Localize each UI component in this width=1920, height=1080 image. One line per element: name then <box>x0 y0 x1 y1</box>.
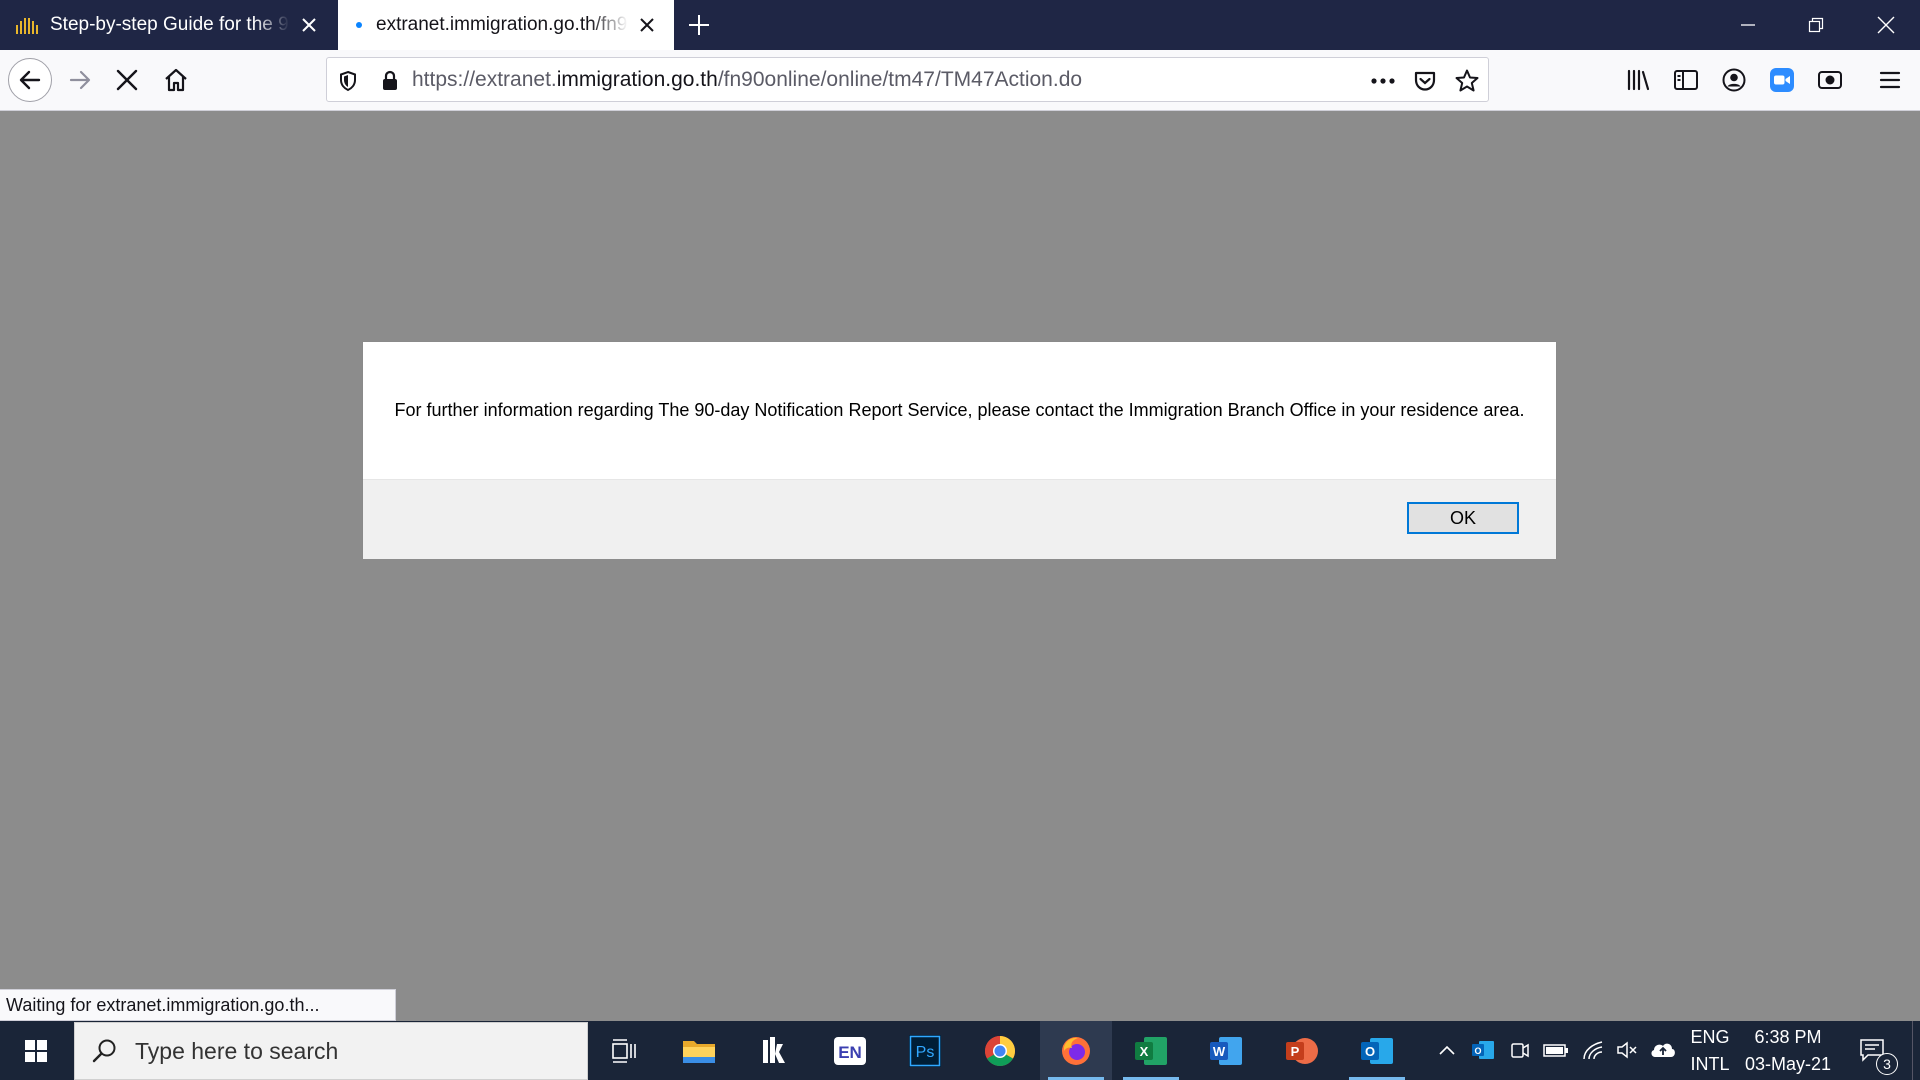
photoshop-app[interactable]: Ps <box>889 1021 961 1080</box>
nav-toolbar: https://extranet.immigration.go.th/fn90o… <box>0 50 1920 111</box>
word-icon: W <box>1210 1036 1242 1065</box>
wifi-icon[interactable] <box>1578 1035 1608 1065</box>
tracking-shield-icon[interactable] <box>333 66 363 96</box>
svg-text:P: P <box>1291 1044 1300 1059</box>
restore-icon[interactable] <box>1788 0 1844 50</box>
forward-button[interactable] <box>58 58 102 102</box>
firefox-app[interactable] <box>1040 1021 1112 1080</box>
language-indicator-line1[interactable]: ENG <box>1688 1027 1732 1048</box>
svg-text:W: W <box>1213 1044 1226 1059</box>
minimize-icon[interactable] <box>1720 0 1776 50</box>
loading-dot-icon <box>356 22 362 28</box>
tab-strip: Step-by-step Guide for the 90-day extran… <box>0 0 1920 50</box>
en-app[interactable]: EN <box>814 1021 886 1080</box>
windows-logo-icon <box>25 1039 47 1062</box>
outlook-tray-icon[interactable]: O <box>1468 1035 1498 1065</box>
url-host: immigration.go.th <box>556 68 718 91</box>
onedrive-upload-icon[interactable] <box>1648 1035 1678 1065</box>
taskbar-search-input[interactable]: Type here to search <box>74 1022 588 1080</box>
tab-title: Step-by-step Guide for the 90-day <box>50 14 290 35</box>
ok-button[interactable]: OK <box>1407 502 1519 534</box>
outlook-app[interactable]: O <box>1341 1021 1413 1080</box>
folder-icon <box>683 1040 715 1063</box>
firefox-icon <box>1062 1036 1090 1065</box>
sidebar-icon[interactable] <box>1664 58 1708 102</box>
svg-text:O: O <box>1365 1044 1375 1059</box>
svg-text:X: X <box>1140 1044 1149 1059</box>
url-subdomain: extranet. <box>475 68 557 91</box>
new-tab-icon[interactable] <box>684 10 714 40</box>
task-view-icon <box>612 1038 636 1063</box>
dialog-body: For further information regarding The 90… <box>363 342 1556 479</box>
url-text: https://extranet.immigration.go.th/fn90o… <box>412 68 1082 92</box>
hamburger-menu-icon[interactable] <box>1868 58 1912 102</box>
chrome-icon <box>984 1035 1016 1066</box>
en-language-icon: EN <box>834 1036 866 1065</box>
svg-text:EN: EN <box>838 1043 862 1062</box>
page-actions-icon[interactable] <box>1368 66 1398 96</box>
address-bar[interactable]: https://extranet.immigration.go.th/fn90o… <box>326 57 1489 102</box>
tab-title: extranet.immigration.go.th/fn90online <box>376 14 628 35</box>
screenshot-extension-icon[interactable] <box>1808 58 1852 102</box>
alert-dialog: For further information regarding The 90… <box>362 341 1557 559</box>
start-button[interactable] <box>0 1021 72 1080</box>
back-button[interactable] <box>8 58 52 102</box>
task-view-button[interactable] <box>588 1021 660 1080</box>
dialog-message: For further information regarding The 90… <box>394 400 1525 420</box>
windows-taskbar: Type here to search EN Ps X W P O O ENG … <box>0 1021 1920 1080</box>
word-app[interactable]: W <box>1190 1021 1262 1080</box>
tab-immigration[interactable]: extranet.immigration.go.th/fn90online <box>338 0 674 50</box>
stop-loading-button[interactable] <box>105 58 149 102</box>
bookmark-star-icon[interactable] <box>1452 66 1482 96</box>
library-icon[interactable] <box>1617 58 1661 102</box>
status-bar: Waiting for extranet.immigration.go.th..… <box>0 989 396 1021</box>
meet-now-icon[interactable] <box>1505 1035 1535 1065</box>
close-tab-icon[interactable] <box>634 12 660 38</box>
chrome-app[interactable] <box>964 1021 1036 1080</box>
close-window-icon[interactable] <box>1858 0 1914 50</box>
building-app-icon <box>763 1036 785 1063</box>
excel-icon: X <box>1135 1036 1167 1065</box>
notification-count-badge: 3 <box>1876 1053 1898 1075</box>
speaker-muted-icon[interactable] <box>1612 1035 1642 1065</box>
home-button[interactable] <box>154 58 198 102</box>
language-indicator-line2[interactable]: INTL <box>1688 1054 1732 1075</box>
powerpoint-icon: P <box>1286 1037 1318 1064</box>
show-hidden-icons-chevron-icon[interactable] <box>1432 1035 1462 1065</box>
lock-icon[interactable] <box>375 66 405 96</box>
tab-guide[interactable]: Step-by-step Guide for the 90-day <box>0 0 336 50</box>
svg-text:Ps: Ps <box>916 1044 935 1061</box>
url-scheme: https:// <box>412 68 476 91</box>
account-icon[interactable] <box>1712 58 1756 102</box>
svg-text:O: O <box>1474 1046 1481 1056</box>
crown-favicon-icon <box>14 14 40 36</box>
outlook-icon: O <box>1361 1037 1393 1064</box>
file-explorer-app[interactable] <box>663 1021 735 1080</box>
clock-date[interactable]: 03-May-21 <box>1738 1054 1838 1075</box>
clock-time[interactable]: 6:38 PM <box>1738 1027 1838 1048</box>
url-path: /fn90online/online/tm47/TM47Action.do <box>717 68 1083 91</box>
dialog-footer: OK <box>363 479 1556 559</box>
photoshop-icon: Ps <box>909 1034 941 1067</box>
show-desktop-button[interactable] <box>1912 1021 1920 1080</box>
search-placeholder: Type here to search <box>135 1037 339 1064</box>
powerpoint-app[interactable]: P <box>1266 1021 1338 1080</box>
excel-app[interactable]: X <box>1115 1021 1187 1080</box>
pocket-app[interactable] <box>738 1021 810 1080</box>
zoom-extension-icon[interactable] <box>1760 58 1804 102</box>
close-tab-icon[interactable] <box>296 12 322 38</box>
pocket-icon[interactable] <box>1410 66 1440 96</box>
battery-icon[interactable] <box>1541 1035 1571 1065</box>
search-icon <box>92 1039 116 1063</box>
